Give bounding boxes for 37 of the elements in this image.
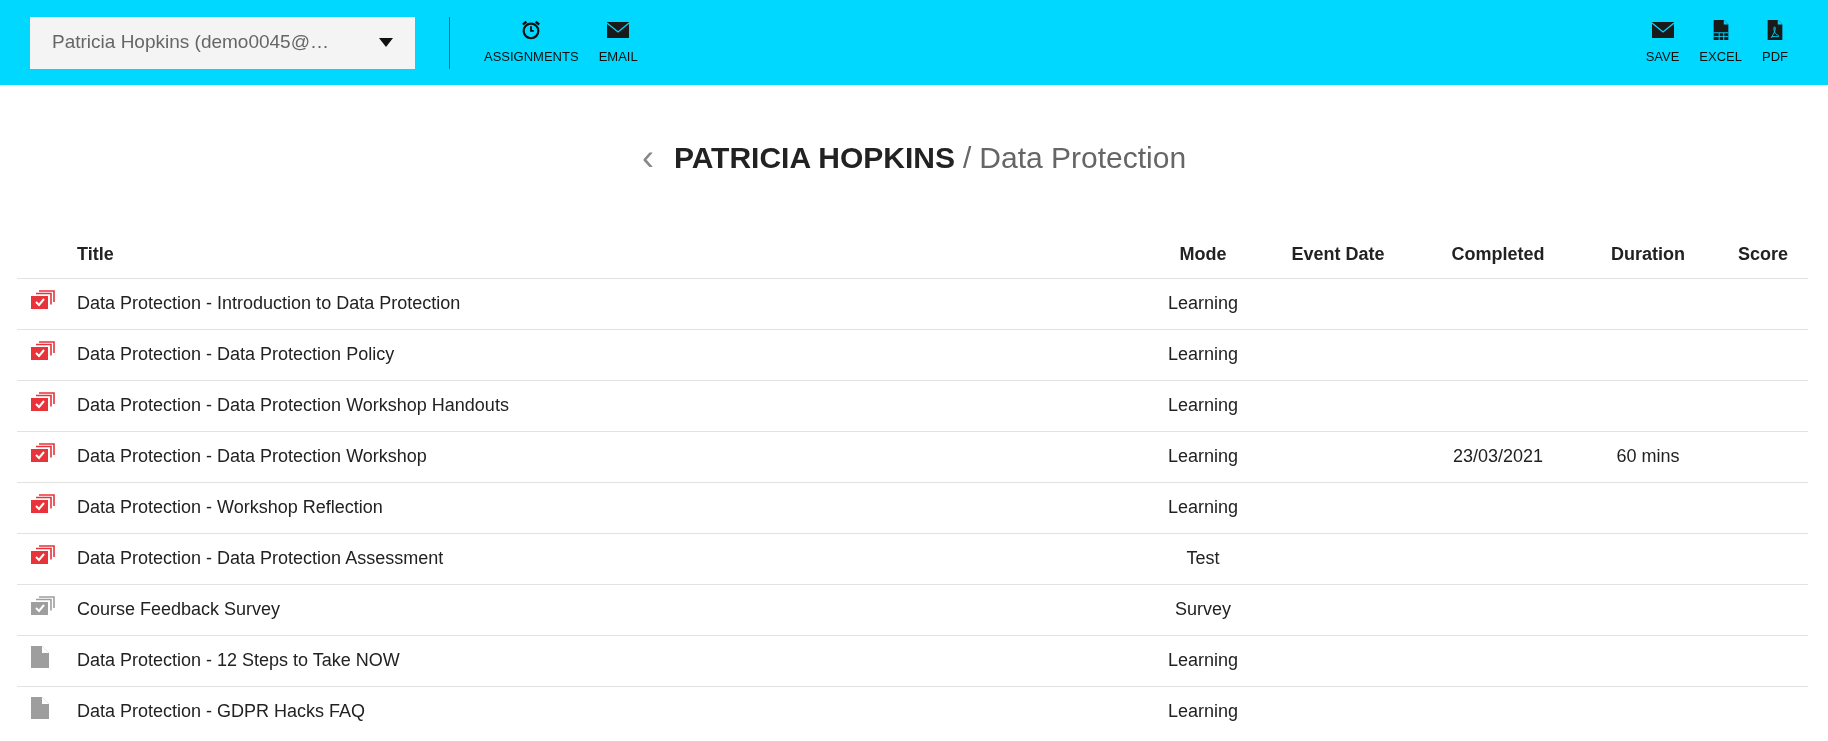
title-cell: Data Protection - Data Protection Assessment — [77, 548, 444, 568]
caret-icon — [379, 38, 393, 47]
table-cell: Learning — [1167, 701, 1239, 722]
table-cell: Learning — [1167, 446, 1239, 466]
separator: / — [963, 140, 972, 176]
title-cell: Data Protection - Workshop Reflection — [77, 497, 383, 517]
table-cell: 60 mins — [1616, 446, 1680, 466]
section-title: Data Protection — [979, 140, 1187, 176]
column-header: Duration — [1611, 243, 1685, 264]
toolbar-button[interactable]: PDF — [1752, 18, 1798, 67]
column-header: Event Date — [1291, 243, 1385, 264]
table-cell: 23/03/2021 — [1452, 446, 1544, 466]
table-cell: Survey — [1175, 599, 1231, 619]
back-button[interactable]: ‹ — [641, 139, 654, 176]
toolbar-button[interactable]: ASSIGNMENTS — [474, 18, 589, 67]
title-cell: Data Protection - GDPR Hacks FAQ — [77, 701, 366, 722]
toolbar-button[interactable]: EMAIL — [588, 18, 648, 67]
column-header: Completed — [1451, 243, 1545, 264]
title-cell: Data Protection - Data Protection Workshop Handouts — [77, 395, 509, 415]
title-cell: Data Protection - 12 Steps to Take NOW — [77, 650, 400, 670]
title-cell: Data Protection - Introduction to Data Protection — [77, 293, 461, 313]
toolbar-button[interactable]: EXCEL — [1689, 18, 1752, 67]
title-cell: Data Protection - Data Protection Policy — [77, 344, 395, 364]
column-header: Mode — [1179, 243, 1227, 264]
table-cell: Learning — [1167, 395, 1239, 415]
table-cell: Test — [1186, 548, 1220, 568]
user-name: PATRICIA HOPKINS — [673, 140, 955, 176]
table-cell: Learning — [1167, 293, 1239, 313]
title-cell: Course Feedback Survey — [77, 599, 281, 619]
user-select[interactable]: Patricia Hopkins (demo0045@… — [30, 16, 415, 69]
toolbar-button[interactable]: SAVE — [1635, 18, 1690, 67]
title-cell: Data Protection - Data Protection Workshop — [77, 446, 427, 466]
column-header: Title — [77, 243, 114, 264]
table-cell: Learning — [1167, 344, 1239, 364]
table-cell: Learning — [1167, 497, 1239, 517]
column-header: Score — [1738, 243, 1788, 264]
table-cell: Learning — [1167, 650, 1239, 670]
